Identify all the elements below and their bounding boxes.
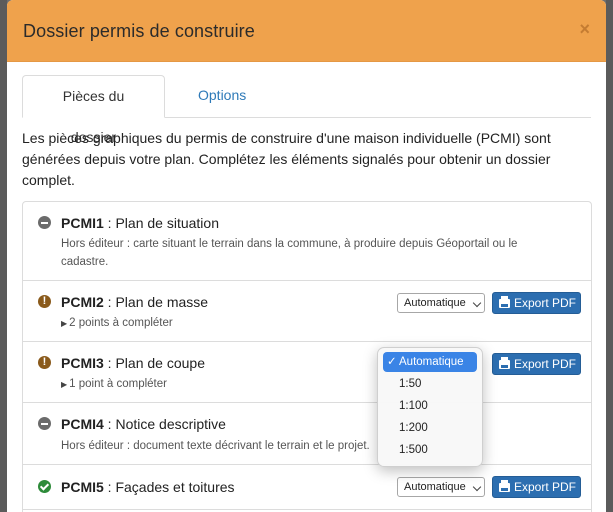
item-title: PCMI5 : Façades et toitures: [61, 479, 235, 495]
tab-options[interactable]: Options: [182, 75, 262, 116]
tab-bar: Pièces du dossier Options: [22, 75, 591, 145]
item-title: PCMI1 : Plan de situation: [61, 215, 219, 231]
modal-title: Dossier permis de construire: [23, 21, 255, 41]
item-name: : Plan de coupe: [103, 355, 205, 371]
tab-pieces-du-dossier[interactable]: Pièces du dossier: [22, 75, 165, 145]
chevron-down-icon: [472, 298, 482, 308]
list-item: PCMI4 : Notice descriptive Hors éditeur …: [23, 403, 591, 465]
modal-header: Dossier permis de construire ×: [7, 0, 606, 62]
scale-select-value: Automatique: [404, 481, 466, 493]
item-issues-count: 2 points à compléter: [69, 317, 173, 329]
scale-select[interactable]: Automatique: [397, 293, 485, 313]
warning-circle-icon: [38, 355, 51, 370]
item-code: PCMI2: [61, 294, 104, 310]
scale-option-1-500[interactable]: 1:500: [383, 440, 477, 460]
export-pdf-button[interactable]: Export PDF: [492, 476, 581, 498]
item-name: : Plan de situation: [103, 215, 219, 231]
minus-circle-icon: [38, 216, 51, 229]
background-right: [606, 0, 613, 512]
minus-circle-icon: [38, 417, 51, 430]
printer-icon: [499, 480, 510, 492]
item-issues-count: 1 point à compléter: [69, 378, 167, 390]
scale-select[interactable]: Automatique: [397, 477, 485, 497]
item-issues-toggle[interactable]: ▶ 1 point à compléter: [61, 378, 167, 390]
item-name: : Plan de masse: [103, 294, 209, 310]
scale-option-label: Automatique: [399, 356, 464, 368]
printer-icon: [499, 296, 510, 308]
scale-option-1-50[interactable]: 1:50: [383, 374, 477, 394]
item-title: PCMI4 : Notice descriptive: [61, 416, 226, 432]
dossier-items-list: PCMI1 : Plan de situation Hors éditeur :…: [22, 201, 592, 512]
checkmark-icon: ✓: [387, 356, 397, 368]
scale-select-value: Automatique: [404, 297, 466, 309]
item-code: PCMI5: [61, 479, 104, 495]
permit-dossier-modal: Dossier permis de construire × Pièces du…: [7, 0, 606, 512]
export-label: Export PDF: [514, 296, 577, 310]
item-title: PCMI3 : Plan de coupe: [61, 355, 205, 371]
list-item: PCMI1 : Plan de situation Hors éditeur :…: [23, 202, 591, 281]
item-description: Hors éditeur : document texte décrivant …: [61, 440, 370, 452]
scale-option-1-200[interactable]: 1:200: [383, 418, 477, 438]
background-left: [0, 0, 7, 512]
list-item: PCMI3 : Plan de coupe ▶1 point à complét…: [23, 342, 591, 403]
export-pdf-button[interactable]: Export PDF: [492, 353, 581, 375]
scale-dropdown-menu: ✓ Automatique 1:50 1:100 1:200 1:500: [377, 347, 483, 467]
item-code: PCMI1: [61, 215, 104, 231]
item-title: PCMI2 : Plan de masse: [61, 294, 208, 310]
check-circle-icon: [38, 480, 51, 493]
item-description: Hors éditeur : carte situant le terrain …: [61, 238, 518, 268]
close-icon[interactable]: ×: [579, 19, 590, 40]
warning-circle-icon: [38, 294, 51, 309]
export-label: Export PDF: [514, 357, 577, 371]
item-issues-toggle[interactable]: ▶ 2 points à compléter: [61, 317, 173, 329]
item-code: PCMI4: [61, 416, 104, 432]
scale-option-1-100[interactable]: 1:100: [383, 396, 477, 416]
export-pdf-button[interactable]: Export PDF: [492, 292, 581, 314]
printer-icon: [499, 357, 510, 369]
caret-right-icon: ▶: [61, 319, 68, 328]
caret-right-icon: ▶: [61, 380, 68, 389]
item-name: : Façades et toitures: [103, 479, 235, 495]
item-code: PCMI3: [61, 355, 104, 371]
list-item: PCMI2 : Plan de masse ▶2 points à complé…: [23, 281, 591, 342]
scale-option-automatique[interactable]: ✓ Automatique: [383, 352, 477, 372]
item-name: : Notice descriptive: [103, 416, 226, 432]
chevron-down-icon: [472, 482, 482, 492]
export-label: Export PDF: [514, 480, 577, 494]
intro-text: Les pièces graphiques du permis de const…: [22, 130, 551, 188]
list-item: PCMI5 : Façades et toitures Automatique …: [23, 465, 591, 510]
